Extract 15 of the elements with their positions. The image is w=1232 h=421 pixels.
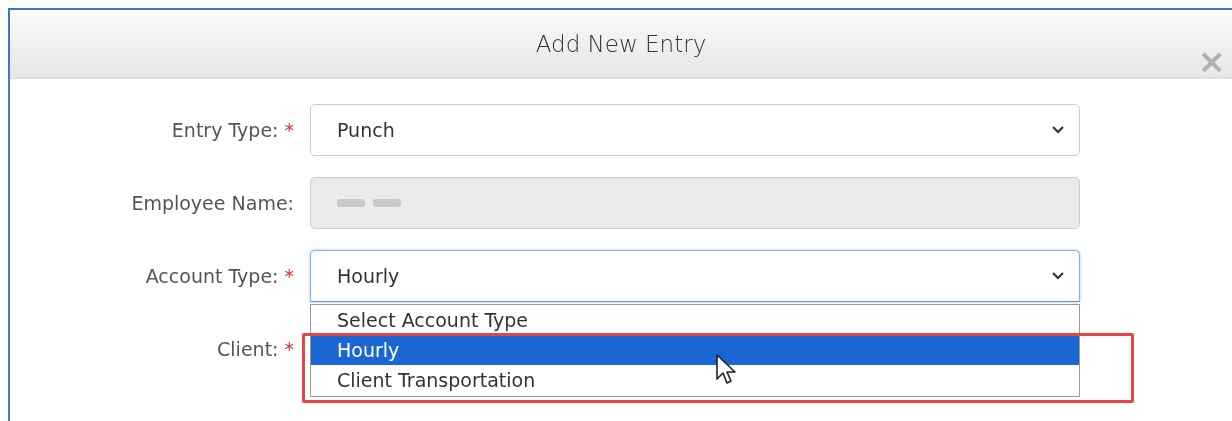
chevron-down-icon — [1051, 271, 1065, 281]
select-field[interactable]: Punch — [310, 104, 1080, 156]
required-asterisk: * — [284, 338, 294, 360]
required-asterisk: * — [284, 119, 294, 141]
field-label: Employee Name: — [131, 192, 294, 214]
modal-title: Add New Entry — [535, 31, 707, 57]
required-asterisk: * — [284, 265, 294, 287]
select-field[interactable]: Hourly — [310, 250, 1080, 302]
dropdown-option[interactable]: Select Account Type — [311, 305, 1079, 335]
chevron-down-icon — [1051, 125, 1065, 135]
dropdown-option[interactable]: Client Transportation — [311, 365, 1079, 395]
dropdown-option[interactable]: Hourly — [311, 335, 1079, 365]
field-label: Client: — [217, 338, 279, 360]
field-label: Entry Type: — [171, 119, 279, 141]
field-label: Account Type: — [145, 265, 279, 287]
